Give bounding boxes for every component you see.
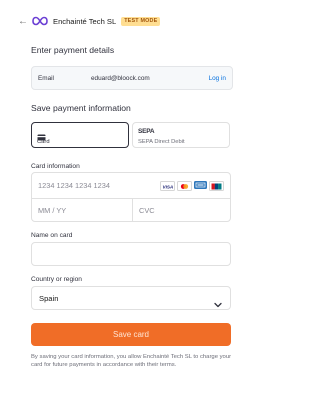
card-number-input[interactable]: 1234 1234 1234 1234 VISA [32, 173, 230, 199]
expiry-placeholder: MM / YY [38, 206, 67, 215]
name-on-card-label: Name on card [31, 232, 73, 239]
merchant-name[interactable]: Enchainté Tech SL [53, 17, 116, 26]
svg-text:VISA: VISA [163, 184, 174, 189]
country-value: Spain [39, 294, 59, 303]
chevron-down-icon [214, 295, 222, 313]
visa-icon: VISA [160, 181, 175, 191]
tab-sepa-label: SEPA Direct Debit [138, 139, 185, 145]
contact-section-title: Enter payment details [31, 45, 115, 55]
arrow-left-icon[interactable]: ← [18, 16, 28, 27]
test-mode-badge: TEST MODE [121, 16, 161, 26]
checkout-header: ← Enchainté Tech SL TEST MODE [18, 13, 161, 29]
email-value: eduard@bloock.com [91, 74, 150, 82]
save-card-button[interactable]: Save card [31, 323, 231, 346]
card-info-label: Card information [31, 163, 80, 170]
tab-card-label: Card [37, 139, 50, 145]
sepa-logo: SEPA [138, 128, 155, 135]
card-number-placeholder: 1234 1234 1234 1234 [38, 181, 110, 190]
country-select[interactable]: Spain [31, 286, 231, 310]
cvc-input[interactable]: CVC [133, 198, 230, 221]
tab-card[interactable]: Card [31, 122, 129, 148]
amex-icon [194, 181, 207, 189]
infinity-logo-icon [32, 15, 48, 27]
expiry-input[interactable]: MM / YY [32, 198, 132, 221]
card-info-group: 1234 1234 1234 1234 VISA MM / YY CVC [31, 172, 231, 222]
name-on-card-input[interactable] [31, 242, 231, 266]
unionpay-icon [209, 181, 224, 191]
country-label: Country or region [31, 276, 82, 283]
email-field[interactable]: Email eduard@bloock.com Log in [31, 66, 233, 90]
email-label: Email [38, 74, 54, 82]
tab-sepa-direct-debit[interactable]: SEPA SEPA Direct Debit [132, 122, 230, 148]
cvc-placeholder: CVC [139, 206, 155, 215]
login-link[interactable]: Log in [209, 75, 226, 82]
card-brand-icons: VISA [160, 181, 224, 191]
disclaimer-text: By saving your card information, you all… [31, 354, 232, 369]
mastercard-icon [177, 181, 192, 191]
payment-section-title: Save payment information [31, 103, 131, 113]
